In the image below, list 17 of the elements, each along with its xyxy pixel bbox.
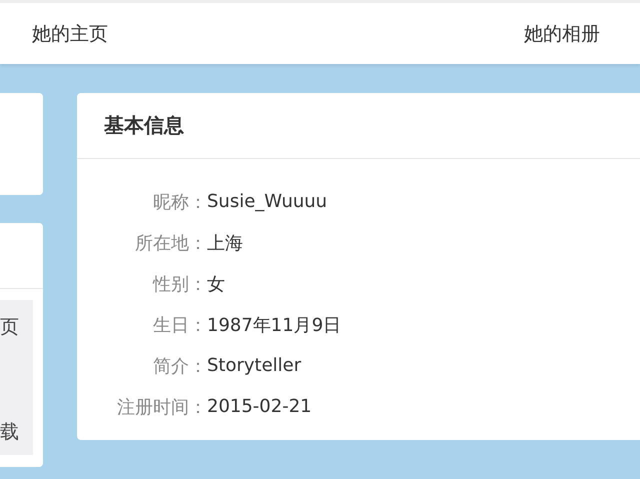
field-label: 昵称：	[152, 190, 207, 214]
field-label: 性别：	[152, 272, 207, 296]
nav-link[interactable]: 她的相册	[524, 20, 600, 46]
field-value: 2015-02-21	[207, 396, 312, 417]
field-value: Susie_Wuuuu	[207, 191, 328, 212]
field-value: 女	[207, 272, 225, 296]
card-title: 基本信息	[104, 112, 184, 139]
field-value: 1987年11月9日	[207, 314, 342, 336]
menu-item[interactable]: 载	[0, 421, 33, 443]
field-label: 注册时间：	[116, 396, 207, 418]
field-label: 生日：	[152, 314, 207, 336]
field-value: 上海	[207, 232, 243, 254]
nav-link[interactable]: 她的主页	[32, 20, 108, 46]
field-value: Storyteller	[207, 355, 302, 376]
field-label: 简介：	[152, 354, 207, 378]
menu-item[interactable]: 页	[0, 316, 33, 338]
field-label: 所在地：	[134, 232, 207, 254]
